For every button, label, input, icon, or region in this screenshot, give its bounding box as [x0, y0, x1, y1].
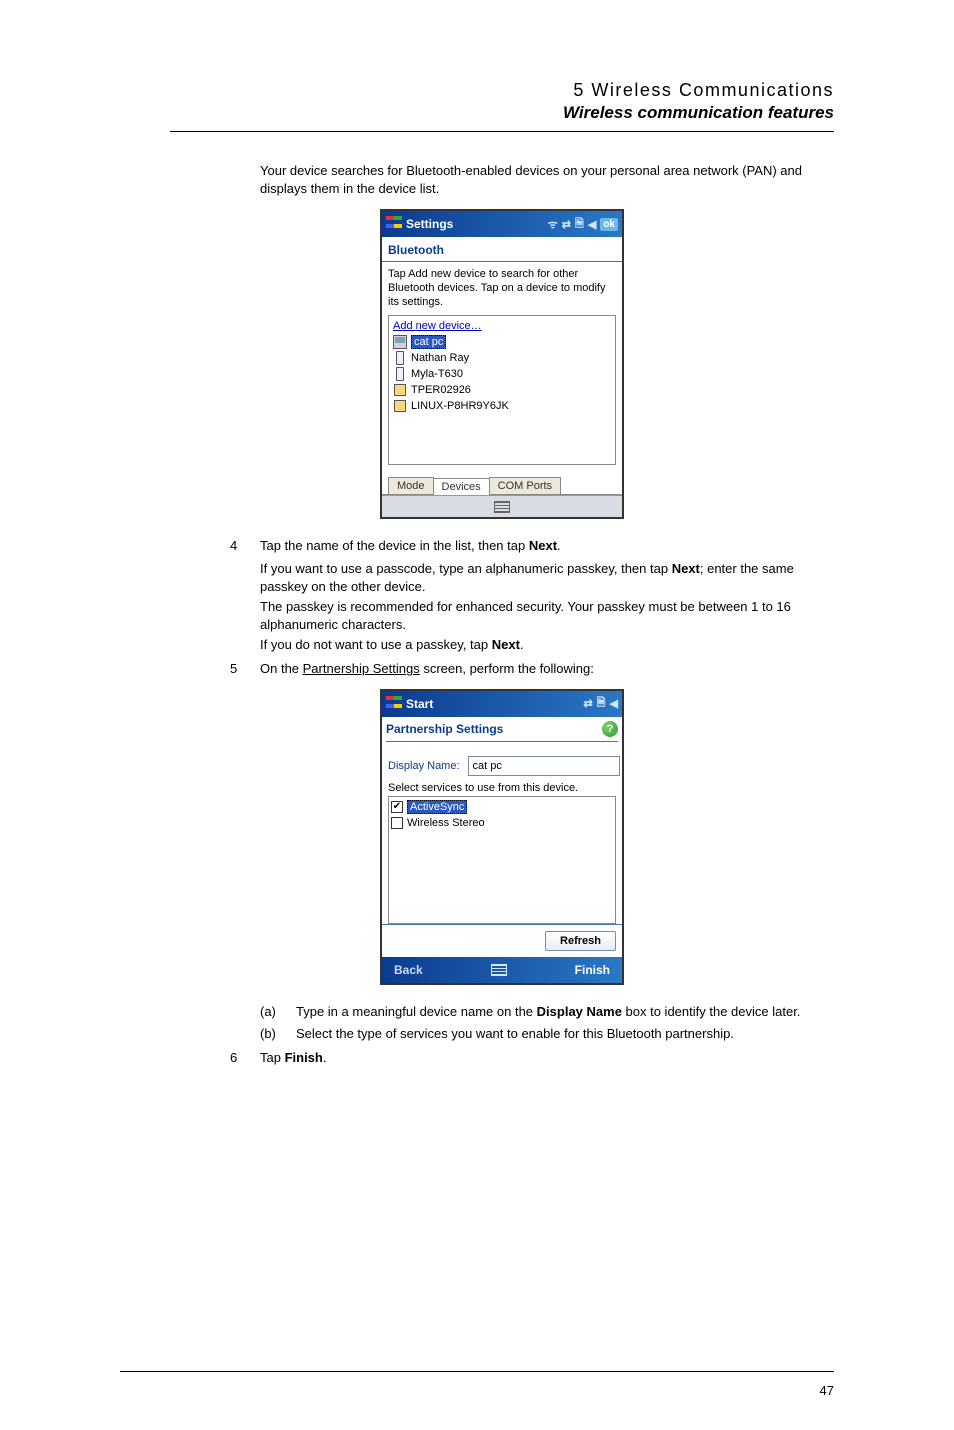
device-item[interactable]: TPER02926	[391, 382, 613, 398]
substep-text: Select the type of services you want to …	[296, 1025, 834, 1043]
screenshot-bluetooth-settings: Settings ᯤ ⇄ 🗎 ◀ ok Bluetooth Tap Add ne…	[380, 209, 624, 519]
step-number: 4	[230, 537, 260, 555]
substep-text: Type in a meaningful device name on the …	[296, 1003, 834, 1021]
start-flag-icon	[386, 216, 402, 232]
sync-icon: ⇄	[562, 218, 571, 231]
services-hint: Select services to use from this device.	[388, 782, 616, 794]
service-activesync[interactable]: ✔ ActiveSync	[391, 799, 613, 815]
step-text: On the Partnership Settings screen, perf…	[260, 660, 834, 678]
settings-hint: Tap Add new device to search for other B…	[382, 266, 622, 315]
inbox-icon: 🗎	[575, 215, 584, 234]
titlebar: Settings ᯤ ⇄ 🗎 ◀ ok	[382, 211, 622, 237]
speaker-icon: ◀	[610, 697, 618, 710]
step-number: 6	[230, 1049, 260, 1067]
step-number: 5	[230, 660, 260, 678]
display-name-input[interactable]	[468, 756, 620, 776]
device-item[interactable]: Myla-T630	[391, 366, 613, 382]
settings-section-title: Bluetooth	[382, 237, 622, 259]
step-subtext: If you want to use a passcode, type an a…	[260, 560, 834, 596]
chapter-title: 5 Wireless Communications	[170, 80, 834, 101]
back-softkey[interactable]: Back	[394, 963, 423, 977]
phone-icon	[393, 367, 407, 381]
refresh-button[interactable]: Refresh	[545, 931, 616, 951]
tab-com-ports[interactable]: COM Ports	[489, 477, 561, 494]
tab-devices[interactable]: Devices	[433, 478, 490, 495]
services-list: ✔ ActiveSync Wireless Stereo	[388, 796, 616, 924]
soft-key-bar: Back Finish	[382, 957, 622, 983]
header-rule	[170, 131, 834, 132]
titlebar-text: Start	[406, 697, 583, 711]
step-text: Tap the name of the device in the list, …	[260, 537, 834, 555]
step-subtext: If you do not want to use a passkey, tap…	[260, 636, 834, 654]
footer-rule	[120, 1371, 834, 1372]
add-new-device-link[interactable]: Add new device…	[391, 318, 613, 334]
keyboard-icon[interactable]	[491, 964, 507, 976]
start-flag-icon	[386, 696, 402, 712]
substep-key: (b)	[260, 1025, 296, 1043]
sip-bar	[382, 495, 622, 517]
tab-mode[interactable]: Mode	[388, 477, 434, 494]
computer-icon	[393, 335, 407, 349]
device-item[interactable]: LINUX-P8HR9Y6JK	[391, 398, 613, 414]
inbox-icon: 🗎	[597, 694, 606, 713]
system-tray: ᯤ ⇄ 🗎 ◀ ok	[548, 215, 618, 234]
keyboard-icon[interactable]	[494, 501, 510, 513]
titlebar-text: Settings	[406, 217, 548, 231]
display-name-label: Display Name:	[388, 760, 460, 772]
device-icon	[393, 399, 407, 413]
partnership-title: Partnership Settings	[386, 722, 503, 736]
checkbox-unchecked-icon[interactable]	[391, 817, 403, 829]
ok-button[interactable]: ok	[600, 218, 618, 231]
chapter-subtitle: Wireless communication features	[170, 103, 834, 123]
wireless-icon: ᯤ	[548, 217, 558, 232]
intro-paragraph: Your device searches for Bluetooth-enabl…	[260, 162, 834, 197]
titlebar: Start ⇄ 🗎 ◀	[382, 691, 622, 717]
device-item-cat-pc[interactable]: cat pc	[391, 334, 613, 350]
screenshot-partnership-settings: Start ⇄ 🗎 ◀ Partnership Settings ? Displ…	[380, 689, 624, 985]
finish-softkey[interactable]: Finish	[575, 963, 610, 977]
service-wireless-stereo[interactable]: Wireless Stereo	[391, 815, 613, 831]
sync-icon: ⇄	[583, 697, 592, 710]
phone-icon	[393, 351, 407, 365]
help-icon[interactable]: ?	[602, 721, 618, 737]
page-number: 47	[820, 1383, 834, 1398]
device-item[interactable]: Nathan Ray	[391, 350, 613, 366]
substep-key: (a)	[260, 1003, 296, 1021]
step-text: Tap Finish.	[260, 1049, 834, 1067]
system-tray: ⇄ 🗎 ◀	[583, 694, 618, 713]
tab-bar: Mode Devices COM Ports	[388, 477, 616, 494]
device-icon	[393, 383, 407, 397]
speaker-icon: ◀	[588, 218, 596, 231]
device-list: Add new device… cat pc Nathan Ray Myla-T…	[388, 315, 616, 465]
checkbox-checked-icon[interactable]: ✔	[391, 801, 403, 813]
step-subtext: The passkey is recommended for enhanced …	[260, 598, 834, 634]
